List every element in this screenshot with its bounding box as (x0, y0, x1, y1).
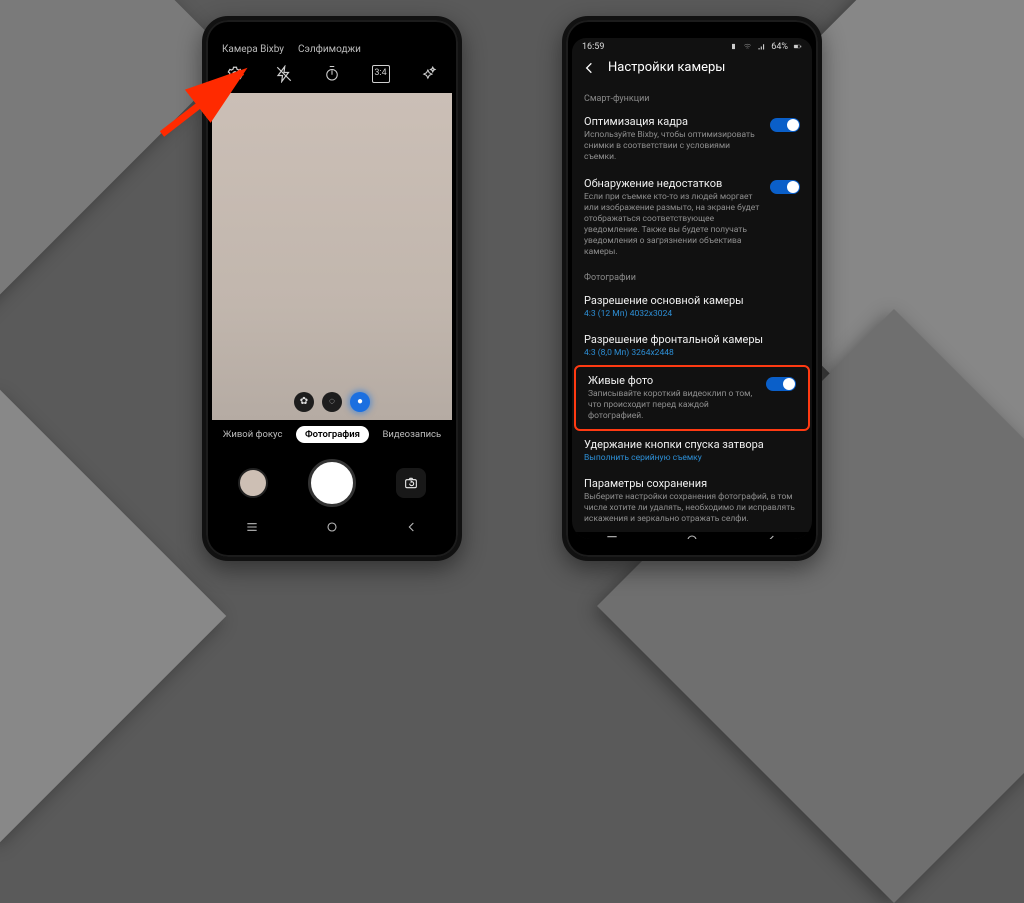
gallery-thumbnail[interactable] (238, 468, 268, 498)
item-title: Живые фото (588, 374, 758, 387)
item-title: Разрешение основной камеры (584, 294, 800, 307)
phone-settings: 16:59 64% Настройки камеры Смарт-функции… (562, 16, 822, 561)
toggle-flaw-detection[interactable] (770, 180, 800, 194)
header-bar: Настройки камеры (572, 52, 812, 86)
back-arrow-icon[interactable] (582, 60, 598, 76)
filter-leaf-icon[interactable]: ✿ (294, 392, 314, 412)
item-title: Оптимизация кадра (584, 115, 762, 128)
clock: 16:59 (582, 42, 604, 52)
item-title: Обнаружение недостатков (584, 177, 762, 190)
item-rear-resolution[interactable]: Разрешение основной камеры 4:3 (12 Мп) 4… (572, 287, 812, 326)
recent-apps-icon[interactable] (244, 519, 260, 535)
filter-active-icon[interactable]: ● (350, 392, 370, 412)
item-hold-shutter[interactable]: Удержание кнопки спуска затвора Выполнит… (572, 431, 812, 470)
home-icon[interactable] (324, 519, 340, 535)
camera-toolbar: 3:4 (212, 57, 452, 93)
shutter-row (212, 449, 452, 515)
tab-selfimoji[interactable]: Сэлфимоджи (298, 44, 361, 55)
item-title: Параметры сохранения (584, 477, 800, 490)
item-value: Выполнить серийную съемку (584, 453, 800, 463)
section-smart: Смарт-функции (572, 86, 812, 108)
mode-row: Живой фокус Фотография Видеозапись (212, 420, 452, 449)
item-value: 4:3 (8,0 Мп) 3264x2448 (584, 348, 800, 358)
item-front-resolution[interactable]: Разрешение фронтальной камеры 4:3 (8,0 М… (572, 326, 812, 365)
shutter-button[interactable] (308, 459, 356, 507)
item-value: 4:3 (12 Мп) 4032x3024 (584, 309, 800, 319)
item-subtitle: Выберите настройки сохранения фотографий… (584, 492, 800, 525)
home-icon[interactable] (684, 532, 700, 538)
filter-bar: ✿ ◌ ● (212, 392, 452, 412)
item-title: Удержание кнопки спуска затвора (584, 438, 800, 451)
back-icon[interactable] (764, 532, 780, 538)
section-photos: Фотографии (572, 265, 812, 287)
mode-photo[interactable]: Фотография (296, 426, 369, 443)
mode-live-focus[interactable]: Живой фокус (223, 429, 283, 440)
android-navbar (572, 532, 812, 538)
status-bar: 16:59 64% (572, 38, 812, 52)
item-subtitle: Используйте Bixby, чтобы оптимизировать … (584, 130, 762, 163)
item-save-options[interactable]: Параметры сохранения Выберите настройки … (572, 470, 812, 532)
gear-icon[interactable] (226, 65, 244, 83)
wifi-icon (743, 42, 752, 51)
ratio-icon[interactable]: 3:4 (372, 65, 390, 83)
camera-top-tabs: Камера Bixby Сэлфимоджи (212, 38, 452, 57)
recent-apps-icon[interactable] (604, 532, 620, 538)
toggle-scene-optimizer[interactable] (770, 118, 800, 132)
viewfinder[interactable]: ✿ ◌ ● (212, 93, 452, 420)
back-icon[interactable] (404, 519, 420, 535)
filter-drop-icon[interactable]: ◌ (322, 392, 342, 412)
page-title: Настройки камеры (608, 60, 725, 75)
highlight-live-photo: Живые фото Записывайте короткий видеокли… (574, 365, 810, 431)
android-navbar (212, 515, 452, 539)
switch-camera-icon[interactable] (396, 468, 426, 498)
item-subtitle: Если при съемке кто-то из людей моргает … (584, 192, 762, 258)
timer-off-icon[interactable] (323, 65, 341, 83)
phone-camera: Камера Bixby Сэлфимоджи 3:4 (202, 16, 462, 561)
item-flaw-detection[interactable]: Обнаружение недостатков Если при съемке … (572, 170, 812, 265)
item-subtitle: Записывайте короткий видеоклип о том, чт… (588, 389, 758, 422)
battery-label: 64% (771, 42, 788, 52)
item-live-photo[interactable]: Живые фото Записывайте короткий видеокли… (576, 367, 808, 429)
effects-icon[interactable] (420, 65, 438, 83)
signal-icon (757, 42, 766, 51)
toggle-live-photo[interactable] (766, 377, 796, 391)
flash-icon[interactable] (275, 65, 293, 83)
vibrate-icon (729, 42, 738, 51)
item-title: Разрешение фронтальной камеры (584, 333, 800, 346)
mode-video[interactable]: Видеозапись (383, 429, 442, 440)
item-scene-optimizer[interactable]: Оптимизация кадра Используйте Bixby, что… (572, 108, 812, 170)
battery-icon (793, 42, 802, 51)
tab-bixby-camera[interactable]: Камера Bixby (222, 44, 284, 55)
